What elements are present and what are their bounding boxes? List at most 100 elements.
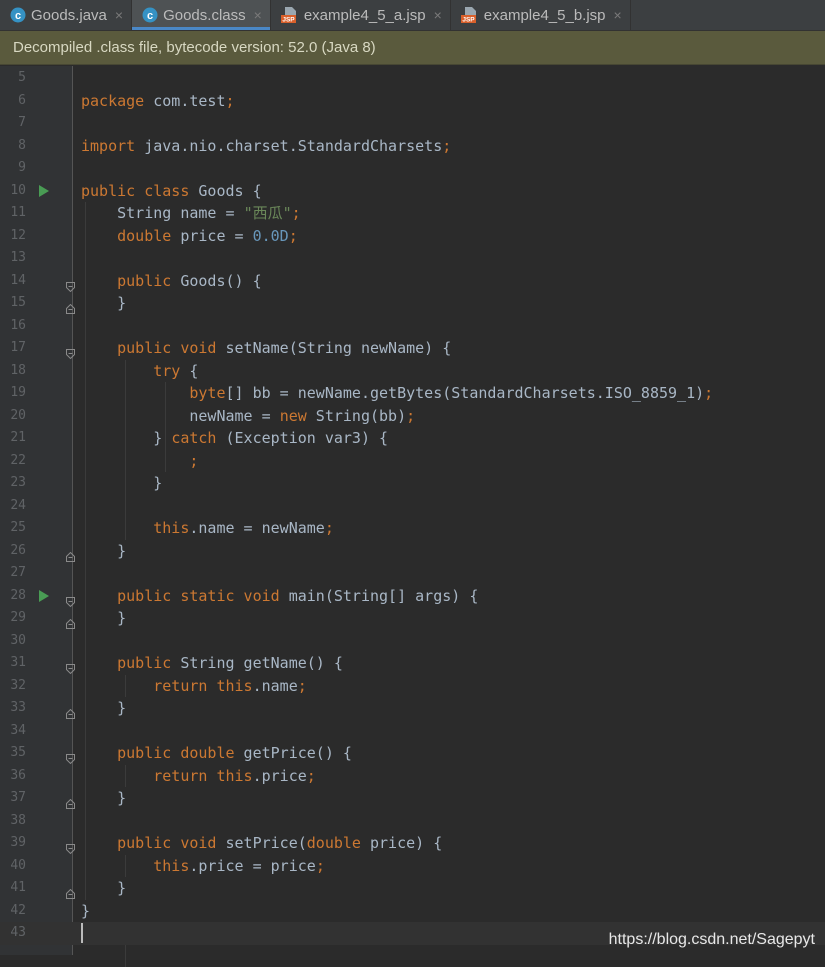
code-token: byte: [189, 384, 225, 402]
code-line[interactable]: 22 ;: [0, 450, 825, 473]
code-line[interactable]: 33 }: [0, 697, 825, 720]
indent-guide: [125, 765, 126, 788]
code-text: try {: [81, 360, 198, 383]
code-line[interactable]: 24: [0, 495, 825, 518]
code-line[interactable]: 27: [0, 562, 825, 585]
code-token: ;: [289, 227, 298, 245]
code-token: [] bb = newName.getBytes(StandardCharset…: [226, 384, 705, 402]
editor-tab-bar: cGoods.java×cGoods.class×JSPexample4_5_a…: [0, 0, 825, 31]
code-text: public void setPrice(double price) {: [81, 832, 442, 855]
code-token: public double: [117, 744, 234, 762]
tab-example4-5-a-jsp[interactable]: JSPexample4_5_a.jsp×: [271, 0, 451, 30]
code-token: }: [81, 294, 126, 312]
svg-text:JSP: JSP: [282, 17, 295, 24]
code-line[interactable]: 5: [0, 67, 825, 90]
fold-start-icon[interactable]: [66, 838, 75, 848]
code-line[interactable]: 23 }: [0, 472, 825, 495]
code-editor[interactable]: 56package com.test;78import java.nio.cha…: [0, 66, 825, 955]
code-token: }: [81, 474, 162, 492]
code-line[interactable]: 6package com.test;: [0, 90, 825, 113]
java-class-icon: c: [142, 7, 158, 23]
fold-start-icon[interactable]: [66, 591, 75, 601]
code-line[interactable]: 37 }: [0, 787, 825, 810]
line-number: 28: [0, 585, 26, 608]
code-line[interactable]: 19 byte[] bb = newName.getBytes(Standard…: [0, 382, 825, 405]
tab-goods-java[interactable]: cGoods.java×: [0, 0, 132, 30]
line-number: 35: [0, 742, 26, 765]
fold-start-icon[interactable]: [66, 276, 75, 286]
code-line[interactable]: 7: [0, 112, 825, 135]
code-line[interactable]: 13: [0, 247, 825, 270]
code-text: double price = 0.0D;: [81, 225, 298, 248]
code-text: }: [81, 697, 126, 720]
code-line[interactable]: 17 public void setName(String newName) {: [0, 337, 825, 360]
svg-text:c: c: [147, 10, 153, 22]
close-icon[interactable]: ×: [254, 7, 262, 23]
code-token: main(String[] args) {: [280, 587, 479, 605]
code-line[interactable]: 21 } catch (Exception var3) {: [0, 427, 825, 450]
code-token: getPrice() {: [235, 744, 352, 762]
fold-start-icon[interactable]: [66, 343, 75, 353]
close-icon[interactable]: ×: [614, 7, 622, 23]
code-line[interactable]: 26 }: [0, 540, 825, 563]
code-line[interactable]: 41 }: [0, 877, 825, 900]
code-token: [81, 384, 189, 402]
code-line[interactable]: 16: [0, 315, 825, 338]
run-gutter-icon[interactable]: [39, 590, 49, 602]
code-token: [81, 834, 117, 852]
code-line[interactable]: 42}: [0, 900, 825, 923]
line-number: 30: [0, 630, 26, 653]
code-token: [81, 339, 117, 357]
code-line[interactable]: 36 return this.price;: [0, 765, 825, 788]
code-line[interactable]: 18 try {: [0, 360, 825, 383]
fold-end-icon[interactable]: [66, 298, 75, 308]
code-token: [81, 227, 117, 245]
code-line[interactable]: 35 public double getPrice() {: [0, 742, 825, 765]
close-icon[interactable]: ×: [434, 7, 442, 23]
fold-end-icon[interactable]: [66, 793, 75, 803]
fold-end-icon[interactable]: [66, 883, 75, 893]
tab-goods-class[interactable]: cGoods.class×: [132, 0, 271, 30]
code-line[interactable]: 31 public String getName() {: [0, 652, 825, 675]
code-line[interactable]: 29 }: [0, 607, 825, 630]
fold-end-icon[interactable]: [66, 613, 75, 623]
code-token: ;: [316, 857, 325, 875]
code-token: .price = price: [189, 857, 315, 875]
code-line[interactable]: 10public class Goods {: [0, 180, 825, 203]
code-line[interactable]: 40 this.price = price;: [0, 855, 825, 878]
code-token: "西瓜": [244, 204, 292, 222]
code-line[interactable]: 15 }: [0, 292, 825, 315]
code-line[interactable]: 14 public Goods() {: [0, 270, 825, 293]
fold-end-icon[interactable]: [66, 703, 75, 713]
code-line[interactable]: 30: [0, 630, 825, 653]
run-gutter-icon[interactable]: [39, 185, 49, 197]
code-line[interactable]: 34: [0, 720, 825, 743]
indent-guide: [85, 202, 86, 900]
jsp-file-icon: JSP: [281, 7, 299, 23]
close-icon[interactable]: ×: [115, 7, 123, 23]
tab-example4-5-b-jsp[interactable]: JSPexample4_5_b.jsp×: [451, 0, 631, 30]
code-token: try: [153, 362, 180, 380]
fold-start-icon[interactable]: [66, 658, 75, 668]
code-line[interactable]: 9: [0, 157, 825, 180]
code-token: [81, 857, 153, 875]
fold-start-icon[interactable]: [66, 748, 75, 758]
code-line[interactable]: 39 public void setPrice(double price) {: [0, 832, 825, 855]
code-token: [81, 767, 153, 785]
code-line[interactable]: 11 String name = "西瓜";: [0, 202, 825, 225]
code-token: public void: [117, 834, 216, 852]
code-line[interactable]: 25 this.name = newName;: [0, 517, 825, 540]
code-line[interactable]: 28 public static void main(String[] args…: [0, 585, 825, 608]
code-line[interactable]: 12 double price = 0.0D;: [0, 225, 825, 248]
code-text: }: [81, 540, 126, 563]
code-token: public: [117, 654, 171, 672]
fold-end-icon[interactable]: [66, 546, 75, 556]
code-token: .price: [253, 767, 307, 785]
line-number: 15: [0, 292, 26, 315]
code-text: this.name = newName;: [81, 517, 334, 540]
code-line[interactable]: 38: [0, 810, 825, 833]
watermark: https://blog.csdn.net/Sagepyt: [609, 931, 815, 949]
code-line[interactable]: 32 return this.name;: [0, 675, 825, 698]
code-line[interactable]: 20 newName = new String(bb);: [0, 405, 825, 428]
code-line[interactable]: 8import java.nio.charset.StandardCharset…: [0, 135, 825, 158]
